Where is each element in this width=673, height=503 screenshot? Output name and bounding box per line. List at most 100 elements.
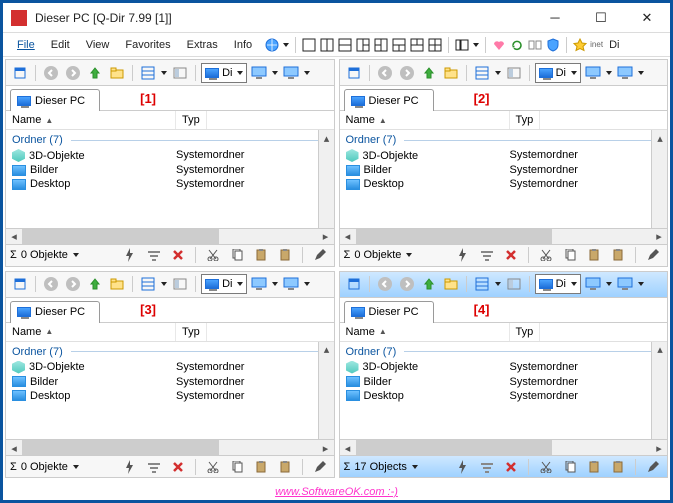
list-item[interactable]: Desktop Systemordner bbox=[344, 389, 664, 403]
cut-icon[interactable] bbox=[203, 245, 223, 265]
explorer-icon[interactable] bbox=[441, 274, 461, 294]
menu-info[interactable]: Info bbox=[226, 37, 260, 53]
new-window-icon[interactable] bbox=[10, 63, 30, 83]
new-window-icon[interactable] bbox=[344, 274, 364, 294]
nav-forward-icon[interactable] bbox=[397, 274, 417, 294]
delete-icon[interactable] bbox=[501, 457, 521, 477]
filter-icon[interactable] bbox=[477, 457, 497, 477]
delete-icon[interactable] bbox=[168, 457, 188, 477]
monitor1-dropdown-icon[interactable] bbox=[605, 71, 613, 75]
explorer-icon[interactable] bbox=[107, 63, 127, 83]
drive-dropdown[interactable]: Di bbox=[535, 274, 581, 294]
list-item[interactable]: Desktop Systemordner bbox=[10, 389, 330, 403]
col-name[interactable]: Name▲ bbox=[340, 111, 510, 129]
nav-up-icon[interactable] bbox=[419, 63, 439, 83]
location-tab[interactable]: Dieser PC bbox=[344, 89, 434, 111]
cut-icon[interactable] bbox=[536, 245, 556, 265]
list-item[interactable]: Desktop Systemordner bbox=[10, 177, 330, 191]
flash-icon[interactable] bbox=[120, 245, 140, 265]
view-list-icon[interactable] bbox=[472, 63, 492, 83]
layout-3d-icon[interactable] bbox=[409, 37, 425, 53]
monitor2-icon[interactable] bbox=[281, 63, 301, 83]
location-tab[interactable]: Dieser PC bbox=[344, 301, 434, 323]
monitor2-dropdown-icon[interactable] bbox=[637, 71, 645, 75]
horizontal-scrollbar[interactable]: ◂▸ bbox=[340, 228, 668, 244]
filter-icon[interactable] bbox=[144, 457, 164, 477]
nav-forward-icon[interactable] bbox=[397, 63, 417, 83]
layout-2v-icon[interactable] bbox=[319, 37, 335, 53]
monitor1-icon[interactable] bbox=[583, 274, 603, 294]
layout-4-icon[interactable] bbox=[427, 37, 443, 53]
col-type[interactable]: Typ bbox=[510, 323, 541, 341]
star-icon[interactable] bbox=[572, 37, 588, 53]
paste2-icon[interactable] bbox=[275, 457, 295, 477]
list-item[interactable]: 3D-Objekte Systemordner bbox=[10, 148, 330, 163]
pencil-icon[interactable] bbox=[310, 457, 330, 477]
paste2-icon[interactable] bbox=[608, 457, 628, 477]
col-name[interactable]: Name▲ bbox=[340, 323, 510, 341]
close-button[interactable]: ✕ bbox=[624, 3, 670, 33]
layout-2h-icon[interactable] bbox=[337, 37, 353, 53]
vertical-scrollbar[interactable]: ▴ bbox=[318, 130, 334, 228]
vertical-scrollbar[interactable]: ▴ bbox=[651, 342, 667, 440]
view-dropdown-icon[interactable] bbox=[160, 282, 168, 286]
monitor1-icon[interactable] bbox=[583, 63, 603, 83]
tree-toggle-icon[interactable] bbox=[454, 37, 470, 53]
list-item[interactable]: Desktop Systemordner bbox=[344, 177, 664, 191]
paste-icon[interactable] bbox=[251, 245, 271, 265]
globe-dropdown-icon[interactable] bbox=[282, 43, 290, 47]
group-header[interactable]: Ordner (7) bbox=[10, 132, 330, 148]
delete-icon[interactable] bbox=[168, 245, 188, 265]
drive-dropdown[interactable]: Di bbox=[535, 63, 581, 83]
globe-icon[interactable] bbox=[264, 37, 280, 53]
copy-icon[interactable] bbox=[560, 245, 580, 265]
list-item[interactable]: Bilder Systemordner bbox=[344, 375, 664, 389]
col-name[interactable]: Name▲ bbox=[6, 323, 176, 341]
group-header[interactable]: Ordner (7) bbox=[344, 132, 664, 148]
status-dropdown-icon[interactable] bbox=[72, 253, 80, 257]
maximize-button[interactable]: ☐ bbox=[578, 3, 624, 33]
layout-3a-icon[interactable] bbox=[355, 37, 371, 53]
group-header[interactable]: Ordner (7) bbox=[10, 344, 330, 360]
nav-up-icon[interactable] bbox=[419, 274, 439, 294]
monitor1-dropdown-icon[interactable] bbox=[271, 282, 279, 286]
tree-dropdown-icon[interactable] bbox=[472, 43, 480, 47]
copy-icon[interactable] bbox=[227, 245, 247, 265]
cut-icon[interactable] bbox=[203, 457, 223, 477]
nav-forward-icon[interactable] bbox=[63, 274, 83, 294]
filter-icon[interactable] bbox=[144, 245, 164, 265]
layout-3b-icon[interactable] bbox=[373, 37, 389, 53]
paste-icon[interactable] bbox=[584, 245, 604, 265]
flash-icon[interactable] bbox=[120, 457, 140, 477]
preview-icon[interactable] bbox=[504, 63, 524, 83]
preview-icon[interactable] bbox=[170, 63, 190, 83]
monitor2-dropdown-icon[interactable] bbox=[637, 282, 645, 286]
menu-view[interactable]: View bbox=[78, 37, 118, 53]
nav-up-icon[interactable] bbox=[85, 274, 105, 294]
copy-icon[interactable] bbox=[227, 457, 247, 477]
nav-back-icon[interactable] bbox=[41, 63, 61, 83]
list-item[interactable]: 3D-Objekte Systemordner bbox=[344, 148, 664, 163]
new-window-icon[interactable] bbox=[10, 274, 30, 294]
nav-back-icon[interactable] bbox=[375, 274, 395, 294]
explorer-icon[interactable] bbox=[441, 63, 461, 83]
horizontal-scrollbar[interactable]: ◂▸ bbox=[6, 228, 334, 244]
list-item[interactable]: Bilder Systemordner bbox=[10, 375, 330, 389]
monitor2-icon[interactable] bbox=[615, 63, 635, 83]
list-item[interactable]: Bilder Systemordner bbox=[10, 163, 330, 177]
group-header[interactable]: Ordner (7) bbox=[344, 344, 664, 360]
view-list-icon[interactable] bbox=[472, 274, 492, 294]
filter-icon[interactable] bbox=[477, 245, 497, 265]
menu-di[interactable]: Di bbox=[605, 37, 627, 53]
col-name[interactable]: Name▲ bbox=[6, 111, 176, 129]
view-list-icon[interactable] bbox=[138, 274, 158, 294]
inet-icon[interactable]: inet bbox=[590, 37, 603, 53]
status-dropdown-icon[interactable] bbox=[72, 465, 80, 469]
pencil-icon[interactable] bbox=[643, 245, 663, 265]
paste2-icon[interactable] bbox=[608, 245, 628, 265]
nav-forward-icon[interactable] bbox=[63, 63, 83, 83]
pencil-icon[interactable] bbox=[310, 245, 330, 265]
nav-up-icon[interactable] bbox=[85, 63, 105, 83]
monitor1-icon[interactable] bbox=[249, 274, 269, 294]
minimize-button[interactable]: ─ bbox=[532, 3, 578, 33]
